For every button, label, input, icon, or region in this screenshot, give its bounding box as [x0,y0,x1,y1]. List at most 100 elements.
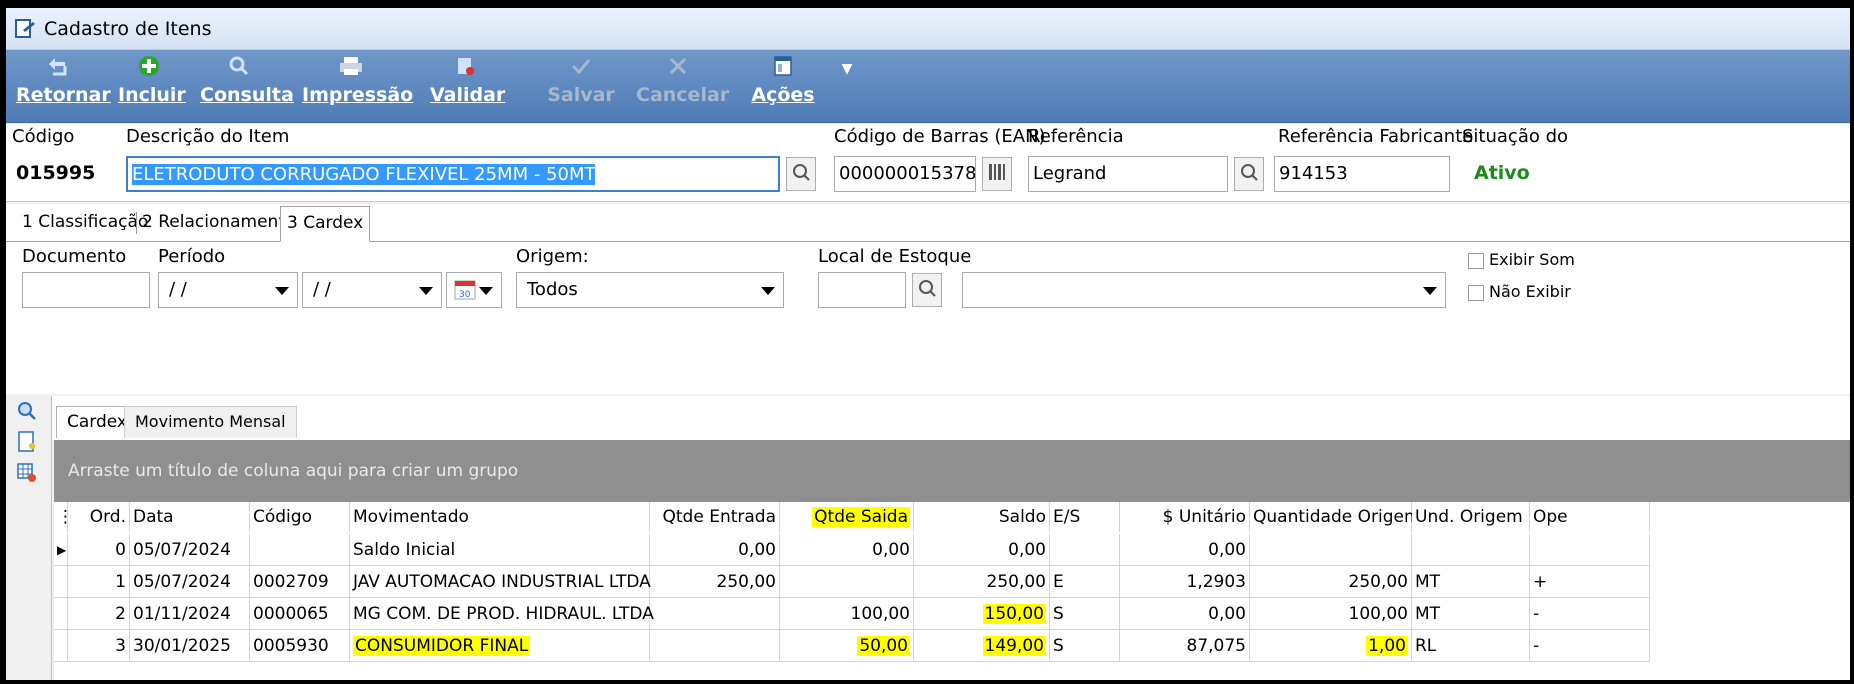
grid-cell[interactable]: 50,00 [780,630,914,662]
document-icon[interactable] [16,430,38,454]
grid-cell[interactable]: 0002709 [250,566,350,598]
grid-cell[interactable]: JAV AUTOMACAO INDUSTRIAL LTDA [350,566,651,598]
salvar-button[interactable]: Salvar [546,54,616,118]
grid-cell[interactable] [780,566,914,598]
column-header[interactable]: Saldo [914,502,1050,532]
grid-cell[interactable]: 250,00 [650,566,780,598]
grid-cell[interactable]: 0 [68,534,130,566]
grid-cell[interactable]: Saldo Inicial [350,534,650,566]
grid-cell[interactable]: 0,00 [650,534,780,566]
grid-cell[interactable] [1412,534,1530,566]
highlighted-text: 149,00 [982,636,1046,656]
grid-cell[interactable]: 1,2903 [1120,566,1250,598]
column-header[interactable]: Código [250,502,350,532]
grid-cell[interactable]: 250,00 [914,566,1050,598]
column-header[interactable]: Und. Origem [1412,502,1530,532]
exibir-checkbox[interactable] [1468,253,1484,269]
incluir-button[interactable]: Incluir [118,54,186,118]
periodo-start-select[interactable]: / / [158,272,298,308]
column-header[interactable]: Ord. [68,502,130,532]
validar-button[interactable]: Validar [430,54,505,118]
grid-cell[interactable]: + [1530,566,1650,598]
consulta-button[interactable]: Consulta [200,54,294,118]
grid-cell[interactable]: 0000065 [250,598,350,630]
calendar-button[interactable]: 30 [446,272,502,308]
grid-cell[interactable]: RL [1412,630,1530,662]
origem-select[interactable]: Todos [516,272,784,308]
grid-cell[interactable] [1050,534,1120,566]
local-estoque-code-input[interactable] [818,272,906,308]
grid-cell[interactable] [1530,534,1650,566]
grid-cell[interactable]: 3 [68,630,130,662]
column-header[interactable]: Movimentado [350,502,650,532]
descricao-search-button[interactable] [786,157,816,191]
grid-cell[interactable]: - [1530,598,1650,630]
barcode-button[interactable] [982,157,1012,191]
acoes-dropdown[interactable]: ▼ [832,54,862,118]
cancelar-button[interactable]: Cancelar [636,54,729,118]
grid-cell[interactable]: 05/07/2024 [130,566,250,598]
grid-cell[interactable]: 149,00 [914,630,1050,662]
column-header[interactable]: E/S [1050,502,1120,532]
descricao-input[interactable]: ELETRODUTO CORRUGADO FLEXIVEL 25MM - 50M… [126,156,780,192]
grid-cell[interactable]: 0,00 [914,534,1050,566]
grid-cell[interactable] [650,630,780,662]
grid-cell[interactable]: S [1050,598,1120,630]
grid-cell[interactable]: 05/07/2024 [130,534,250,566]
grid-cell[interactable]: 0,00 [780,534,914,566]
documento-input[interactable] [22,272,150,308]
column-chooser-icon[interactable]: ⋮ [54,502,74,532]
grid-cell[interactable]: MT [1412,598,1530,630]
local-estoque-select[interactable] [962,272,1446,308]
retornar-button[interactable]: Retornar [16,54,111,118]
column-header[interactable]: Qtde Entrada [650,502,780,532]
grid-cell[interactable]: 0,00 [1120,598,1250,630]
row-indicator[interactable] [54,566,68,598]
grid-cell[interactable] [650,598,780,630]
column-header[interactable]: Quantidade Origem [1250,502,1421,532]
referencia-search-button[interactable] [1234,157,1264,191]
printer-icon [302,54,400,84]
acoes-button[interactable]: Ações [750,54,816,118]
group-by-area[interactable]: Arraste um título de coluna aqui para cr… [54,440,1850,502]
grid-cell[interactable]: - [1530,630,1650,662]
grid-cell[interactable]: 0005930 [250,630,350,662]
grid-settings-icon[interactable] [16,462,38,484]
grid-cell[interactable]: 87,075 [1120,630,1250,662]
row-indicator[interactable] [54,630,68,662]
grid-cell[interactable]: CONSUMIDOR FINAL [350,630,650,662]
tab-cardex[interactable]: 3 Cardex [280,206,371,242]
tab-movimento-mensal[interactable]: Movimento Mensal [124,406,297,438]
grid-cell[interactable]: MT [1412,566,1530,598]
grid-cell[interactable]: MG COM. DE PROD. HIDRAUL. LTDA [350,598,654,630]
grid-cell[interactable]: 100,00 [1250,598,1412,630]
search-icon[interactable] [16,400,38,422]
grid-cell[interactable]: S [1050,630,1120,662]
grid-cell[interactable] [250,534,350,566]
grid-cell[interactable]: 150,00 [914,598,1050,630]
grid-cell[interactable]: 1 [68,566,130,598]
grid-cell[interactable]: E [1050,566,1120,598]
periodo-end-select[interactable]: / / [302,272,442,308]
grid-cell[interactable]: 2 [68,598,130,630]
column-header[interactable]: $ Unitário [1120,502,1250,532]
referencia-input[interactable]: Legrand [1028,156,1228,192]
grid-cell[interactable]: 30/01/2025 [130,630,250,662]
column-header[interactable]: Ope [1530,502,1650,532]
local-estoque-search-button[interactable] [912,273,942,307]
grid-cell[interactable]: 0,00 [1120,534,1250,566]
grid-cell[interactable]: 01/11/2024 [130,598,250,630]
column-header[interactable]: Data [130,502,250,532]
nao-exibir-checkbox[interactable] [1468,285,1484,301]
column-header[interactable]: Qtde Saida [780,502,914,532]
grid-cell[interactable]: 1,00 [1250,630,1412,662]
row-indicator[interactable] [54,598,68,630]
row-indicator[interactable]: ▶ [54,534,68,566]
ref-fabricante-input[interactable]: 914153 [1274,156,1450,192]
grid-cell[interactable] [1250,534,1412,566]
tab-classificacao[interactable]: 1 Classificação [22,212,148,232]
grid-cell[interactable]: 100,00 [780,598,914,630]
impressao-button[interactable]: Impressão [302,54,413,118]
grid-cell[interactable]: 250,00 [1250,566,1412,598]
ean-input[interactable]: 0000000153782 [834,156,976,192]
